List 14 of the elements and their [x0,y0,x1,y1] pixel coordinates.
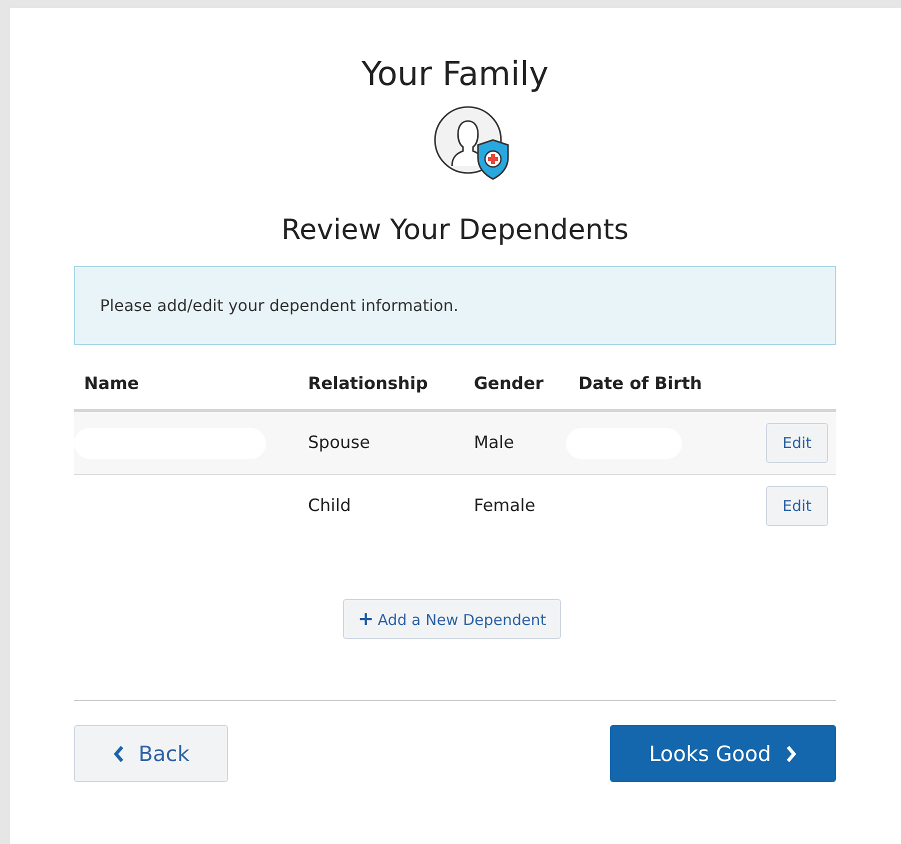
table-cell: Child [300,474,466,537]
add-dependent-button[interactable]: + Add a New Dependent [342,599,562,639]
back-button[interactable]: Back [74,725,228,782]
section-heading: Review Your Dependents [280,212,630,248]
table-cell: Male [466,410,570,474]
chevron-right-icon [785,744,798,762]
table-cell: Spouse [300,410,466,474]
chevron-left-icon [112,744,124,762]
looks-good-button[interactable]: Looks Good [610,725,836,782]
edit-button[interactable]: Edit [766,423,828,463]
page-title: Your Family [360,53,550,95]
table-cell: Female [466,474,570,537]
edit-button[interactable]: Edit [766,486,828,526]
notice-text: Please add/edit your dependent information. [100,296,458,315]
